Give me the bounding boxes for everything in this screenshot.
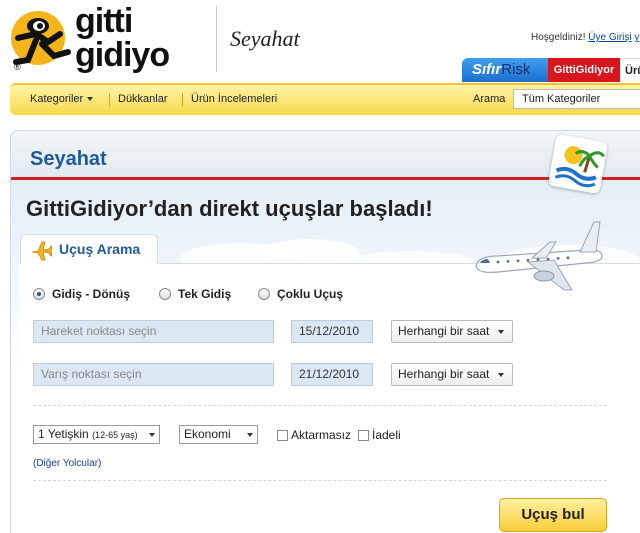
return-date-input[interactable]: 21/12/2010 [291,363,373,386]
return-time-value: Herhangi bir saat [398,367,490,381]
nav-categories[interactable]: Kategoriler [30,93,94,105]
find-flight-button[interactable]: Uçuş bul [499,498,607,532]
signin-link[interactable]: Üye Girişi [588,32,631,43]
registered-mark: ® [14,62,21,72]
passengers-note: (12-65 yaş) [92,430,138,440]
chevron-down-icon [498,373,504,377]
trip-oneway-label: Tek Gidiş [178,287,232,301]
radio-oneway[interactable] [159,288,171,300]
radio-roundtrip[interactable] [33,288,45,300]
tab-urun[interactable]: Ürü [620,58,640,82]
tab-sifir-label: Sıfır [472,61,502,78]
tab-sifirrisk[interactable]: SıfırRisk [462,58,548,82]
passengers-value: 1 Yetişkin [38,427,89,441]
return-time-select[interactable]: Herhangi bir saat [391,363,513,386]
origin-input[interactable]: Hareket noktası seçin [33,320,274,343]
greeting: Hoşgeldiniz! Üye Girişi y [531,32,639,43]
trip-multicity-label: Çoklu Uçuş [277,287,344,301]
refundable-label: İadeli [372,428,401,442]
depart-date-input[interactable]: 15/12/2010 [291,320,373,343]
nav-reviews[interactable]: Ürün İncelemeleri [191,93,277,105]
greeting-text: Hoşgeldiniz! [531,32,586,43]
chevron-down-icon [149,433,155,437]
destination-input[interactable]: Varış noktası seçin [33,363,274,386]
chevron-down-icon [247,433,253,437]
beach-palm-icon [547,133,609,195]
signin-suffix-link[interactable]: y [634,32,639,43]
airplane-icon [31,241,52,261]
header-divider [216,6,217,72]
logo-wordmark: gitti gidiyo [75,2,170,74]
refundable-checkbox[interactable] [358,429,369,441]
cabin-class-select[interactable]: Ekonomi [179,425,258,444]
tab-flight-search[interactable]: Uçuş Arama [20,234,158,264]
airliner-illustration-icon [475,221,603,291]
chevron-down-icon [87,97,94,102]
chevron-down-icon [498,330,504,334]
tab-gittigidiyor[interactable]: GittiGidiyor [548,58,620,82]
nonstop-label: Aktarmasız [291,428,352,442]
nav-divider [182,93,183,107]
main-navbar: Kategoriler Dükkanlar Ürün İncelemeleri … [10,83,640,115]
trip-multicity-option[interactable]: Çoklu Uçuş [258,287,343,301]
nav-categories-label: Kategoriler [30,93,84,105]
logo-line-1: gitti [75,2,133,40]
nav-stores[interactable]: Dükkanlar [118,93,168,105]
search-label: Arama [473,93,506,105]
nav-divider [109,93,110,107]
passengers-select[interactable]: 1 Yetişkin (12-65 yaş) [33,425,160,444]
other-passengers-link[interactable]: (Diğer Yolcular) [33,458,101,469]
flight-search-form [19,263,640,533]
trip-roundtrip-option[interactable]: Gidiş - Dönüş [33,287,130,301]
trip-oneway-option[interactable]: Tek Gidiş [159,287,231,301]
depart-time-select[interactable]: Herhangi bir saat [391,320,513,343]
tab-flight-search-label: Uçuş Arama [59,241,141,257]
refundable-option[interactable]: İadeli [358,428,401,442]
tab-risk-label: Risk [501,61,531,78]
logo-line-2: gidiyo [75,36,170,74]
panel-header: Seyahat [11,131,640,180]
depart-time-value: Herhangi bir saat [398,324,490,338]
panel-title: Seyahat [30,148,107,170]
form-divider [33,405,607,406]
section-title: Seyahat [230,26,300,51]
trip-roundtrip-label: Gidiş - Dönüş [52,287,130,301]
search-category-select[interactable]: Tüm Kategoriler [513,89,640,109]
radio-multicity[interactable] [258,288,270,300]
form-divider [33,480,607,481]
nonstop-checkbox[interactable] [277,429,288,441]
cabin-class-value: Ekonomi [184,427,231,441]
promo-headline: GittiGidiyor’dan direkt uçuşlar başladı! [26,196,433,221]
gittigidiyor-logo[interactable]: gitti gidiyo ® [8,4,213,74]
nonstop-option[interactable]: Aktarmasız [277,428,351,442]
brand-tabs: SıfırRisk GittiGidiyor Ürü [462,58,640,82]
